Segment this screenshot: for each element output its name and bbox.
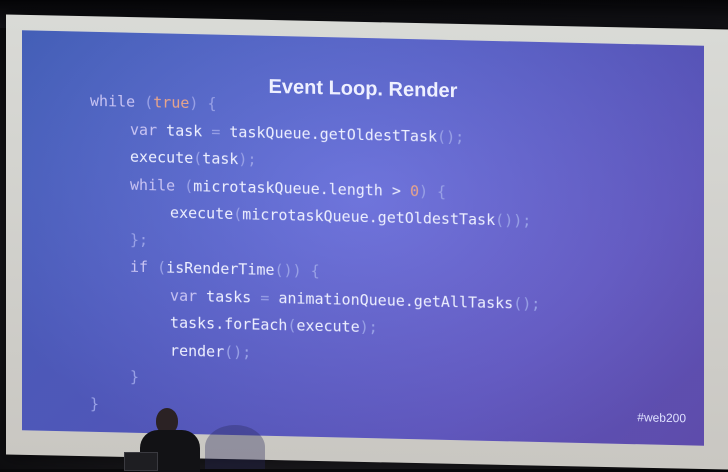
code-token: );	[238, 150, 257, 169]
code-token: ) {	[419, 181, 447, 201]
code-token: ()) {	[274, 260, 320, 281]
code-token: execute	[296, 316, 360, 336]
code-token: (	[184, 176, 194, 195]
code-token: =	[211, 122, 230, 141]
code-token: }	[130, 367, 140, 386]
code-token: execute	[170, 203, 234, 224]
code-token: if	[130, 257, 158, 277]
code-token: =	[260, 288, 279, 307]
laptop	[124, 452, 158, 471]
code-token: microtaskQueue.getOldestTask	[242, 205, 496, 229]
code-token: ());	[495, 210, 532, 230]
code-token: animationQueue.getAllTasks	[278, 288, 514, 312]
code-token: true	[153, 93, 190, 113]
code-token: ();	[437, 127, 465, 146]
presentation-slide: Event Loop. Render while (true) {var tas…	[22, 30, 704, 446]
code-token: (	[144, 93, 154, 112]
code-token: execute	[130, 147, 194, 168]
code-token: }	[90, 394, 100, 413]
code-token: ) {	[189, 94, 217, 113]
code-token: var	[170, 286, 207, 305]
code-token: 0	[409, 181, 419, 200]
code-token: (	[157, 258, 167, 277]
code-token: (	[233, 205, 243, 224]
code-token: isRenderTime	[166, 258, 275, 279]
hashtag-label: #web200	[637, 410, 686, 426]
code-token: tasks.forEach	[170, 313, 288, 335]
code-token: render	[170, 341, 225, 361]
code-token: ();	[513, 293, 541, 313]
code-token: ();	[224, 342, 252, 361]
code-token: var	[130, 120, 167, 140]
code-token: (	[193, 149, 203, 168]
code-token: task	[202, 149, 239, 169]
code-token: );	[359, 317, 378, 337]
code-token: task	[166, 121, 212, 141]
code-token: while	[130, 175, 185, 195]
code-token: taskQueue.getOldestTask	[229, 122, 438, 146]
audience-shadow	[205, 425, 265, 469]
code-token: microtaskQueue.length >	[193, 176, 410, 200]
code-block: while (true) {var task = taskQueue.getOl…	[90, 88, 540, 428]
code-token: tasks	[206, 286, 261, 307]
code-token: while	[90, 91, 145, 112]
code-token: };	[130, 230, 149, 249]
